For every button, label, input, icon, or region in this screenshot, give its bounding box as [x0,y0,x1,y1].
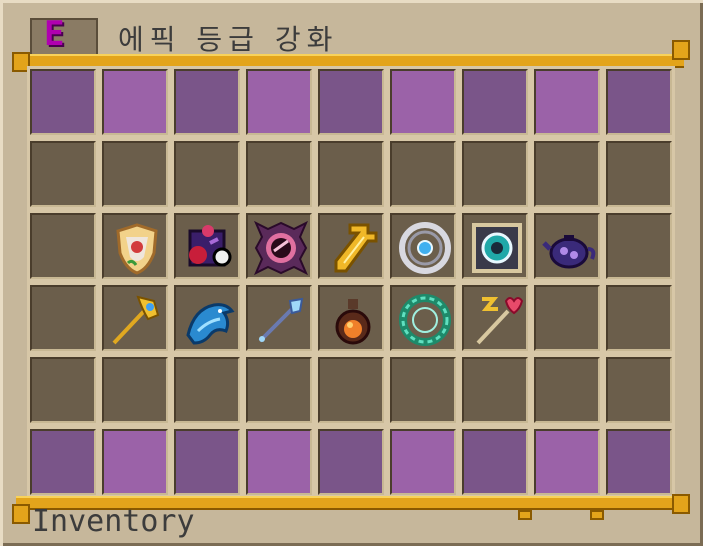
inventory-slot[interactable] [102,285,168,351]
enhancement-panel: E 에픽 등급 강화 Inventory [0,0,703,546]
inventory-slot[interactable] [606,69,672,135]
crested-shield-icon[interactable] [108,219,166,277]
inventory-slot[interactable] [30,141,96,207]
panel-title: 에픽 등급 강화 [118,23,339,56]
inventory-slot[interactable] [30,429,96,495]
inventory-slot[interactable] [318,141,384,207]
inventory-slot[interactable] [534,141,600,207]
inventory-slot[interactable] [318,429,384,495]
inventory-slot[interactable] [390,69,456,135]
inventory-slot[interactable] [102,429,168,495]
inventory-slot[interactable] [606,429,672,495]
inventory-slot[interactable] [462,429,528,495]
inventory-slot[interactable] [390,285,456,351]
inventory-slot[interactable] [174,69,240,135]
inventory-slot[interactable] [462,69,528,135]
crystal-staff-icon[interactable] [252,291,310,349]
gold-frame-cap [672,494,690,514]
inventory-slot[interactable] [30,69,96,135]
inventory-slot[interactable] [462,141,528,207]
silver-ring-icon[interactable] [396,219,454,277]
crimson-dark-orb-icon[interactable] [180,219,238,277]
purple-teapot-icon[interactable] [540,219,598,277]
gold-frame-cap [672,40,690,60]
inventory-slot[interactable] [390,357,456,423]
inventory-slot[interactable] [534,69,600,135]
inventory-grid [27,66,675,498]
inventory-label: Inventory [32,504,195,539]
inventory-slot[interactable] [102,357,168,423]
cyan-core-icon[interactable] [468,219,526,277]
inventory-slot[interactable] [462,357,528,423]
inventory-slot[interactable] [606,213,672,279]
inventory-slot[interactable] [174,213,240,279]
golden-cross-icon[interactable] [324,219,382,277]
emerald-wreath-icon[interactable] [396,291,454,349]
inventory-slot[interactable] [30,285,96,351]
inventory-slot[interactable] [174,357,240,423]
blue-dolphin-icon[interactable] [180,291,238,349]
inventory-slot[interactable] [102,213,168,279]
inventory-slot[interactable] [246,285,312,351]
inventory-slot[interactable] [606,285,672,351]
inventory-slot[interactable] [462,285,528,351]
inventory-slot[interactable] [534,429,600,495]
inventory-slot[interactable] [390,141,456,207]
inventory-slot[interactable] [318,69,384,135]
inventory-slot[interactable] [534,213,600,279]
inventory-slot[interactable] [462,213,528,279]
inventory-slot[interactable] [174,141,240,207]
inventory-slot[interactable] [174,429,240,495]
gold-frame-cap [12,504,30,524]
inventory-slot[interactable] [246,141,312,207]
golden-staff-icon[interactable] [108,291,166,349]
inventory-slot[interactable] [318,357,384,423]
inventory-slot[interactable] [390,213,456,279]
heart-wand-icon[interactable] [468,291,526,349]
inventory-slot[interactable] [246,357,312,423]
inventory-slot[interactable] [534,285,600,351]
epic-grade-letter: E [44,14,65,54]
inventory-slot[interactable] [30,357,96,423]
inventory-slot[interactable] [174,285,240,351]
eye-rune-icon[interactable] [252,219,310,277]
gold-frame-stud [590,510,604,520]
inventory-slot[interactable] [318,285,384,351]
inventory-slot[interactable] [534,357,600,423]
inventory-slot[interactable] [246,213,312,279]
inventory-slot[interactable] [606,357,672,423]
orange-potion-icon[interactable] [324,291,382,349]
inventory-slot[interactable] [30,213,96,279]
inventory-slot[interactable] [102,141,168,207]
inventory-slot[interactable] [246,69,312,135]
inventory-slot[interactable] [246,429,312,495]
inventory-slot[interactable] [390,429,456,495]
gold-frame-stud [518,510,532,520]
inventory-slot[interactable] [606,141,672,207]
inventory-slot[interactable] [318,213,384,279]
inventory-slot[interactable] [102,69,168,135]
